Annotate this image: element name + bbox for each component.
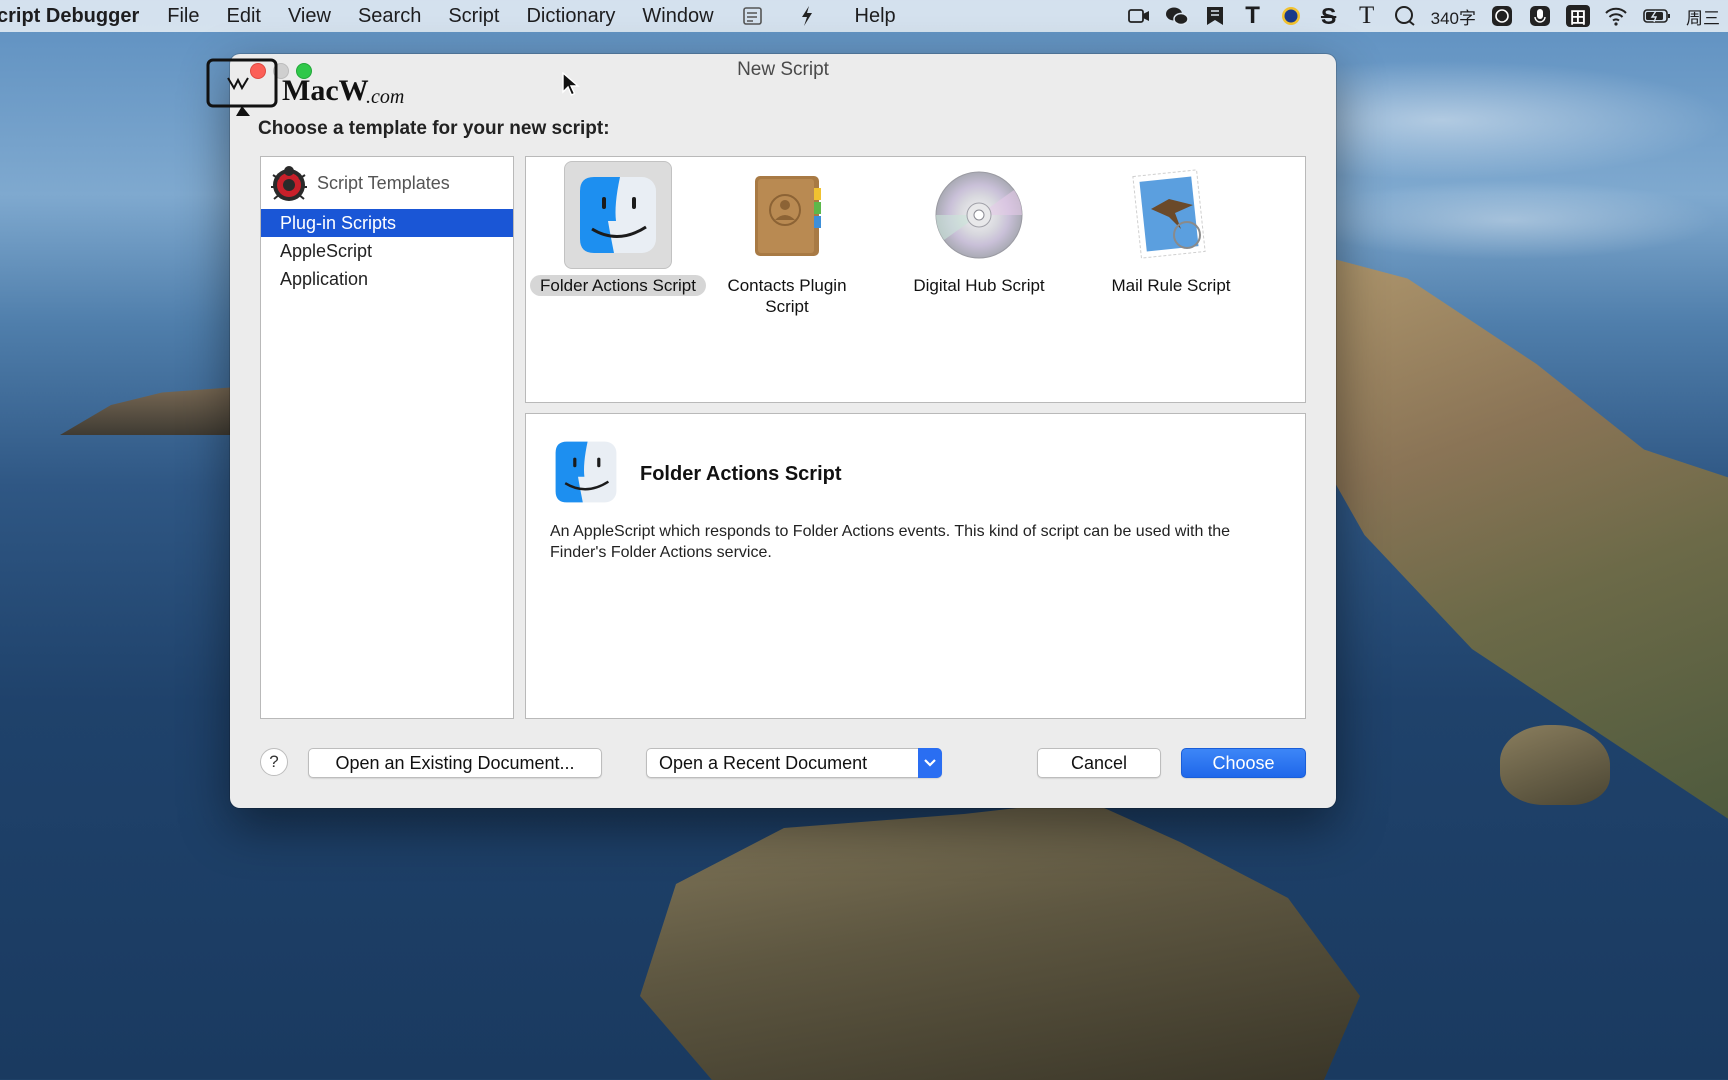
battery-icon[interactable] bbox=[1642, 5, 1672, 27]
monitor-logo-icon bbox=[206, 58, 278, 116]
menu-help[interactable]: Help bbox=[855, 5, 896, 28]
sidebar-item-application[interactable]: Application bbox=[261, 265, 513, 293]
cancel-button[interactable]: Cancel bbox=[1037, 748, 1161, 778]
word-count[interactable]: 340字 bbox=[1431, 4, 1476, 29]
contacts-book-icon bbox=[755, 176, 821, 256]
open-existing-document-button[interactable]: Open an Existing Document... bbox=[308, 748, 602, 778]
macw-watermark: MacW .com bbox=[206, 58, 406, 118]
desktop-cliff bbox=[1300, 250, 1728, 820]
menu-search[interactable]: Search bbox=[358, 5, 421, 28]
wechat-icon[interactable] bbox=[1165, 5, 1189, 27]
desktop-rock bbox=[1500, 725, 1610, 805]
template-icon-box bbox=[733, 161, 841, 269]
app-menu[interactable]: cript Debugger bbox=[0, 5, 139, 28]
menu-window[interactable]: Window bbox=[642, 5, 713, 28]
dialog-title: New Script bbox=[737, 59, 829, 80]
template-label: Digital Hub Script bbox=[913, 276, 1045, 295]
sidebar-item-applescript[interactable]: AppleScript bbox=[261, 237, 513, 265]
finder-icon bbox=[555, 441, 617, 503]
watermark-brand: MacW bbox=[282, 74, 369, 107]
dvd-disc-icon bbox=[935, 171, 1023, 259]
desktop-rocks bbox=[640, 800, 1360, 1080]
template-icon-box bbox=[925, 161, 1033, 269]
help-button[interactable]: ? bbox=[260, 748, 288, 776]
screen-record-icon[interactable] bbox=[1127, 5, 1151, 27]
chat-bubble-icon[interactable] bbox=[1393, 5, 1417, 27]
template-digital-hub[interactable]: Digital Hub Script bbox=[884, 161, 1074, 296]
template-label: Contacts Plugin Script bbox=[727, 276, 847, 316]
input-method-icon[interactable]: 田 bbox=[1566, 5, 1590, 27]
clock-day[interactable]: 周三 bbox=[1686, 4, 1720, 29]
template-grid: Folder Actions Script Contacts Plugin Sc… bbox=[525, 156, 1306, 403]
template-prompt: Choose a template for your new script: bbox=[258, 118, 610, 139]
template-label: Folder Actions Script bbox=[530, 275, 706, 296]
menu-script[interactable]: Script bbox=[448, 5, 499, 28]
emoji-face-icon[interactable] bbox=[1490, 5, 1514, 27]
finder-icon bbox=[580, 177, 656, 253]
color-circle-icon[interactable] bbox=[1279, 5, 1303, 27]
detail-description: An AppleScript which responds to Folder … bbox=[550, 523, 1231, 561]
typeface-icon[interactable]: T bbox=[1355, 2, 1379, 29]
template-mail-rule[interactable]: Mail Rule Script bbox=[1076, 161, 1266, 296]
new-script-dialog: New Script Choose a template for your ne… bbox=[230, 54, 1336, 808]
menu-file[interactable]: File bbox=[167, 5, 199, 28]
desktop-cloud bbox=[1300, 180, 1720, 260]
strike-s-icon[interactable]: S bbox=[1317, 3, 1341, 29]
menu-dictionary[interactable]: Dictionary bbox=[526, 5, 615, 28]
menu-bar: cript Debugger File Edit View Search Scr… bbox=[0, 0, 1728, 32]
text-tool-icon[interactable]: T bbox=[1241, 2, 1265, 29]
menu-edit[interactable]: Edit bbox=[226, 5, 260, 28]
microphone-icon[interactable] bbox=[1528, 5, 1552, 27]
template-contacts-plugin[interactable]: Contacts Plugin Script bbox=[692, 161, 882, 317]
scripts-feather-icon[interactable] bbox=[795, 5, 819, 27]
open-recent-label: Open a Recent Document bbox=[659, 753, 868, 773]
sidebar-header-label: Script Templates bbox=[317, 172, 450, 193]
watermark-domain: .com bbox=[366, 86, 405, 108]
template-detail-pane: Folder Actions Script An AppleScript whi… bbox=[525, 413, 1306, 719]
template-folder-actions[interactable]: Folder Actions Script bbox=[523, 161, 713, 296]
script-menu-icon[interactable] bbox=[741, 5, 765, 27]
choose-button[interactable]: Choose bbox=[1181, 748, 1306, 778]
template-icon-box bbox=[564, 161, 672, 269]
open-recent-document-popup[interactable]: Open a Recent Document bbox=[646, 748, 942, 778]
sidebar-item-plug-in-scripts[interactable]: Plug-in Scripts bbox=[261, 209, 513, 237]
mouse-cursor-icon bbox=[562, 72, 580, 96]
template-icon-box bbox=[1117, 161, 1225, 269]
template-label: Mail Rule Script bbox=[1111, 276, 1231, 295]
status-area: T S T 340字 田 周三 bbox=[1127, 0, 1720, 32]
menu-view[interactable]: View bbox=[288, 5, 331, 28]
chevron-down-icon[interactable] bbox=[918, 748, 942, 778]
desktop-island bbox=[60, 387, 230, 435]
detail-title: Folder Actions Script bbox=[640, 463, 842, 485]
wifi-icon[interactable] bbox=[1604, 5, 1628, 27]
mail-stamp-icon bbox=[1132, 169, 1206, 259]
template-category-list: Script Templates Plug-in Scripts AppleSc… bbox=[260, 156, 514, 719]
sidebar-header: Script Templates bbox=[261, 157, 513, 209]
script-debugger-bug-icon bbox=[271, 166, 307, 201]
bookmark-icon[interactable] bbox=[1203, 5, 1227, 27]
